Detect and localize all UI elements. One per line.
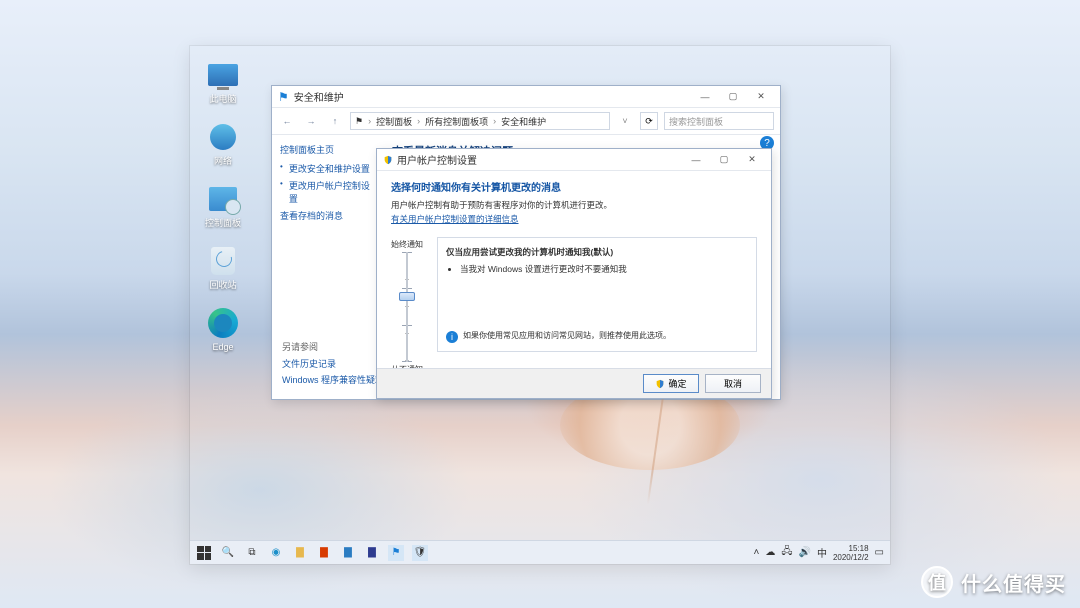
control-panel-icon bbox=[209, 187, 237, 211]
dialog-button-row: 确定 取消 bbox=[377, 368, 771, 398]
address-dropdown-button[interactable]: ˅ bbox=[616, 112, 634, 130]
sidebar-heading: 控制面板主页 bbox=[280, 143, 374, 156]
desktop-icon-computer[interactable]: 此电脑 bbox=[200, 58, 246, 104]
tray-time: 15:18 bbox=[849, 544, 869, 553]
info-bullet: 当我对 Windows 设置进行更改时不要通知我 bbox=[460, 263, 748, 275]
taskbar-running-flag-icon[interactable]: ⚑ bbox=[388, 545, 404, 561]
search-placeholder: 搜索控制面板 bbox=[669, 115, 723, 128]
nav-forward-button[interactable]: → bbox=[302, 112, 320, 130]
cancel-label: 取消 bbox=[724, 377, 742, 390]
info-icon: i bbox=[446, 331, 458, 343]
titlebar[interactable]: 用户帐户控制设置 — ▢ ✕ bbox=[377, 149, 771, 171]
desktop-icon-recycle-bin[interactable]: 回收站 bbox=[200, 244, 246, 290]
dialog-heading: 选择何时通知你有关计算机更改的消息 bbox=[391, 179, 757, 194]
taskbar: 🔍 ⧉ ◉ ▇ ▇ ▇ ▇ ⚑ 🛡 ˄ ☁ 🖧 🔊 中 15:18 2020/1… bbox=[190, 540, 890, 564]
close-button[interactable]: ✕ bbox=[748, 89, 774, 105]
tray-notifications-icon[interactable]: ▭ bbox=[875, 547, 884, 558]
tray-volume-icon[interactable]: 🔊 bbox=[799, 547, 811, 558]
nav-back-button[interactable]: ← bbox=[278, 112, 296, 130]
desktop-icon-control-panel[interactable]: 控制面板 bbox=[200, 182, 246, 228]
recycle-bin-icon bbox=[211, 247, 235, 275]
desktop-icon-label: 回收站 bbox=[209, 280, 236, 290]
taskbar-edge-icon[interactable]: ◉ bbox=[268, 545, 284, 561]
slider-info-box: 仅当应用尝试更改我的计算机时通知我(默认) 当我对 Windows 设置进行更改… bbox=[437, 237, 757, 352]
window-uac-settings: 用户帐户控制设置 — ▢ ✕ 选择何时通知你有关计算机更改的消息 用户帐户控制有… bbox=[376, 148, 772, 399]
desktop-icon-label: 网络 bbox=[214, 156, 232, 166]
flag-icon: ⚑ bbox=[278, 90, 289, 104]
taskbar-running-shield-icon[interactable]: 🛡 bbox=[412, 545, 428, 561]
ok-button[interactable]: 确定 bbox=[643, 374, 699, 393]
desktop-icon-edge[interactable]: Edge bbox=[200, 306, 246, 352]
window-title: 用户帐户控制设置 bbox=[397, 152, 477, 167]
taskbar-explorer-icon[interactable]: ▇ bbox=[292, 545, 308, 561]
taskbar-photos-icon[interactable]: ▇ bbox=[364, 545, 380, 561]
breadcrumb-item[interactable]: 所有控制面板项 bbox=[425, 115, 488, 128]
network-icon bbox=[210, 124, 236, 150]
sidebar-link-archived-messages[interactable]: 查看存档的消息 bbox=[280, 209, 374, 222]
dialog-description: 用户帐户控制有助于预防有害程序对你的计算机进行更改。 bbox=[391, 199, 757, 211]
maximize-button[interactable]: ▢ bbox=[711, 152, 737, 168]
nav-up-button[interactable]: ↑ bbox=[326, 112, 344, 130]
uac-slider-thumb[interactable] bbox=[399, 292, 415, 301]
address-bar[interactable]: ⚑ › 控制面板 › 所有控制面板项 › 安全和维护 bbox=[350, 112, 610, 130]
info-heading: 仅当应用尝试更改我的计算机时通知我(默认) bbox=[446, 246, 748, 258]
taskbar-store-icon[interactable]: ▇ bbox=[340, 545, 356, 561]
edge-icon bbox=[208, 308, 238, 338]
address-row: ← → ↑ ⚑ › 控制面板 › 所有控制面板项 › 安全和维护 ˅ ⟳ 搜索控… bbox=[272, 108, 780, 135]
watermark: 值 什么值得买 bbox=[921, 566, 1066, 598]
slider-top-label: 始终通知 bbox=[391, 239, 423, 250]
shield-icon bbox=[383, 155, 393, 165]
watermark-text: 什么值得买 bbox=[961, 568, 1066, 597]
taskbar-office-icon[interactable]: ▇ bbox=[316, 545, 332, 561]
sidebar-link-change-security[interactable]: 更改安全和维护设置 bbox=[280, 162, 374, 175]
desktop-icon-label: Edge bbox=[212, 342, 233, 352]
dialog-body: 选择何时通知你有关计算机更改的消息 用户帐户控制有助于预防有害程序对你的计算机进… bbox=[377, 171, 771, 368]
minimize-button[interactable]: — bbox=[683, 152, 709, 168]
titlebar[interactable]: ⚑ 安全和维护 — ▢ ✕ bbox=[272, 86, 780, 108]
task-view-button[interactable]: ⧉ bbox=[244, 545, 260, 561]
desktop: 此电脑 网络 控制面板 回收站 Edge ⚑ 安全和维护 — ▢ ✕ bbox=[0, 0, 1080, 608]
uac-slider-track[interactable] bbox=[405, 252, 409, 362]
search-button[interactable]: 🔍 bbox=[220, 545, 236, 561]
tray-network-icon[interactable]: 🖧 bbox=[781, 544, 792, 561]
refresh-button[interactable]: ⟳ bbox=[640, 112, 658, 130]
tray-chevron-icon[interactable]: ˄ bbox=[754, 547, 760, 558]
start-button[interactable] bbox=[196, 545, 212, 561]
shield-icon bbox=[655, 379, 665, 389]
slider-column: 始终通知 从不通知 bbox=[391, 237, 423, 377]
close-button[interactable]: ✕ bbox=[739, 152, 765, 168]
tray-date: 2020/12/2 bbox=[833, 553, 869, 562]
desktop-icon-label: 此电脑 bbox=[209, 94, 236, 104]
maximize-button[interactable]: ▢ bbox=[720, 89, 746, 105]
breadcrumb-item[interactable]: 控制面板 bbox=[376, 115, 412, 128]
watermark-logo: 值 bbox=[921, 566, 953, 598]
desktop-icons: 此电脑 网络 控制面板 回收站 Edge bbox=[200, 58, 246, 352]
more-info-link[interactable]: 有关用户帐户控制设置的详细信息 bbox=[391, 213, 519, 225]
sidebar-link-change-uac[interactable]: 更改用户帐户控制设置 bbox=[280, 179, 374, 205]
tray-clock[interactable]: 15:18 2020/12/2 bbox=[833, 544, 869, 562]
breadcrumb-item[interactable]: 安全和维护 bbox=[501, 115, 546, 128]
ok-label: 确定 bbox=[668, 377, 686, 390]
cancel-button[interactable]: 取消 bbox=[705, 374, 761, 393]
window-title: 安全和维护 bbox=[294, 89, 344, 104]
info-note: 如果你使用常见应用和访问常见网站，则推荐使用此选项。 bbox=[463, 331, 671, 343]
flag-icon: ⚑ bbox=[355, 116, 363, 127]
minimize-button[interactable]: — bbox=[692, 89, 718, 105]
tray-onedrive-icon[interactable]: ☁ bbox=[765, 547, 775, 558]
search-input[interactable]: 搜索控制面板 bbox=[664, 112, 774, 130]
computer-icon bbox=[208, 64, 238, 86]
desktop-icon-network[interactable]: 网络 bbox=[200, 120, 246, 166]
desktop-icon-label: 控制面板 bbox=[205, 218, 241, 228]
tray-ime[interactable]: 中 bbox=[817, 545, 827, 560]
